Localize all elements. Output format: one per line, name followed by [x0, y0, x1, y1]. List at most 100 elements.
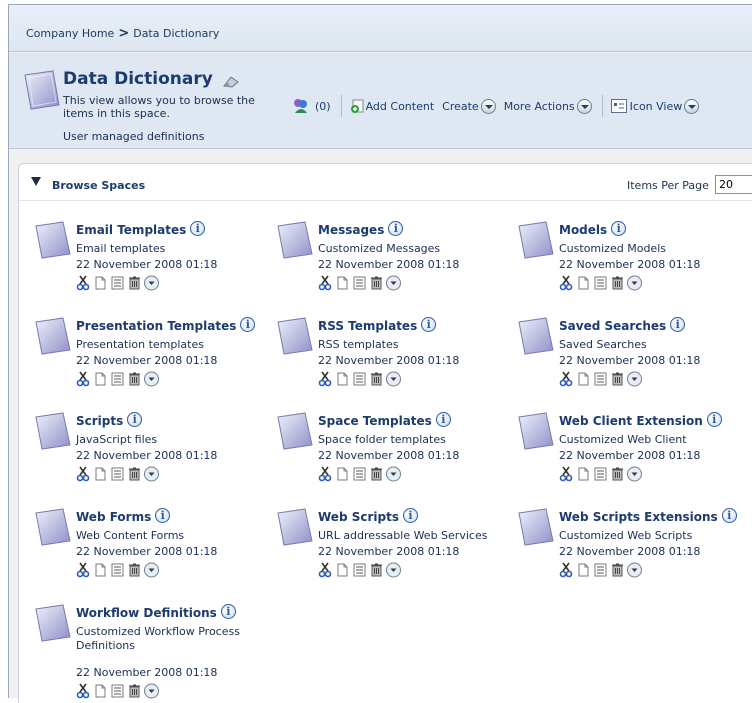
space-name-link[interactable]: Presentation Templates [76, 319, 236, 333]
cut-button[interactable] [76, 371, 91, 387]
info-icon[interactable]: i [435, 412, 451, 427]
copy-button[interactable] [93, 562, 108, 578]
space-folder-icon[interactable] [35, 316, 71, 356]
delete-button[interactable] [127, 683, 142, 699]
info-icon[interactable]: i [127, 412, 143, 427]
more-actions-button[interactable] [627, 275, 642, 291]
delete-button[interactable] [610, 466, 625, 482]
copy-button[interactable] [335, 371, 350, 387]
items-per-page-input[interactable] [715, 175, 752, 194]
delete-button[interactable] [369, 466, 384, 482]
more-actions-button[interactable] [627, 562, 642, 578]
space-folder-icon[interactable] [35, 411, 71, 451]
copy-button[interactable] [93, 683, 108, 699]
details-button[interactable] [593, 275, 608, 291]
cut-button[interactable] [559, 275, 574, 291]
delete-button[interactable] [610, 275, 625, 291]
space-folder-icon[interactable] [277, 507, 313, 547]
copy-button[interactable] [576, 275, 591, 291]
rss-feed-icon[interactable] [222, 73, 240, 89]
users-count-button[interactable]: (0) [292, 97, 331, 115]
copy-button[interactable] [335, 275, 350, 291]
cut-button[interactable] [559, 562, 574, 578]
more-actions-button[interactable] [386, 371, 401, 387]
cut-button[interactable] [76, 683, 91, 699]
delete-button[interactable] [127, 275, 142, 291]
cut-button[interactable] [76, 562, 91, 578]
space-name-link[interactable]: Models [559, 223, 607, 237]
space-folder-icon[interactable] [277, 220, 313, 260]
more-actions-button[interactable] [386, 466, 401, 482]
copy-button[interactable] [576, 562, 591, 578]
info-icon[interactable]: i [155, 508, 171, 523]
details-button[interactable] [110, 371, 125, 387]
add-content-button[interactable]: Add Content [350, 98, 434, 114]
cut-button[interactable] [76, 466, 91, 482]
space-name-link[interactable]: Web Scripts Extensions [559, 510, 718, 524]
copy-button[interactable] [576, 466, 591, 482]
space-folder-icon[interactable] [518, 316, 554, 356]
delete-button[interactable] [610, 562, 625, 578]
details-button[interactable] [110, 275, 125, 291]
copy-button[interactable] [93, 275, 108, 291]
more-actions-button[interactable] [386, 275, 401, 291]
breadcrumb-current[interactable]: Data Dictionary [133, 27, 219, 40]
delete-button[interactable] [369, 562, 384, 578]
more-actions-button[interactable] [627, 466, 642, 482]
space-name-link[interactable]: Messages [318, 223, 384, 237]
delete-button[interactable] [610, 371, 625, 387]
info-icon[interactable]: i [721, 508, 737, 523]
details-button[interactable] [593, 466, 608, 482]
cut-button[interactable] [318, 466, 333, 482]
more-actions-button[interactable] [144, 562, 159, 578]
info-icon[interactable]: i [421, 317, 437, 332]
info-icon[interactable]: i [670, 317, 686, 332]
space-name-link[interactable]: Web Client Extension [559, 414, 703, 428]
more-actions-button[interactable] [144, 466, 159, 482]
info-icon[interactable]: i [611, 221, 627, 236]
more-actions-button[interactable] [386, 562, 401, 578]
cut-button[interactable] [318, 275, 333, 291]
cut-button[interactable] [559, 466, 574, 482]
details-button[interactable] [352, 275, 367, 291]
info-icon[interactable]: i [240, 317, 256, 332]
copy-button[interactable] [93, 466, 108, 482]
copy-button[interactable] [335, 466, 350, 482]
delete-button[interactable] [369, 371, 384, 387]
space-folder-icon[interactable] [35, 603, 71, 643]
details-button[interactable] [110, 683, 125, 699]
space-name-link[interactable]: Web Scripts [318, 510, 399, 524]
space-name-link[interactable]: Scripts [76, 414, 123, 428]
details-button[interactable] [110, 466, 125, 482]
copy-button[interactable] [335, 562, 350, 578]
details-button[interactable] [110, 562, 125, 578]
copy-button[interactable] [576, 371, 591, 387]
space-name-link[interactable]: Email Templates [76, 223, 186, 237]
delete-button[interactable] [369, 275, 384, 291]
space-name-link[interactable]: Web Forms [76, 510, 151, 524]
space-folder-icon[interactable] [35, 220, 71, 260]
delete-button[interactable] [127, 371, 142, 387]
panel-title[interactable]: Browse Spaces [52, 179, 145, 192]
space-folder-icon[interactable] [35, 507, 71, 547]
space-folder-icon[interactable] [277, 411, 313, 451]
collapse-toggle-icon[interactable] [31, 177, 41, 186]
cut-button[interactable] [318, 562, 333, 578]
space-folder-icon[interactable] [518, 411, 554, 451]
more-actions-button[interactable] [144, 371, 159, 387]
space-folder-icon[interactable] [277, 316, 313, 356]
copy-button[interactable] [93, 371, 108, 387]
info-icon[interactable]: i [220, 604, 236, 619]
details-button[interactable] [352, 562, 367, 578]
more-actions-button[interactable] [144, 683, 159, 699]
info-icon[interactable]: i [190, 221, 206, 236]
more-actions-button[interactable] [627, 371, 642, 387]
cut-button[interactable] [559, 371, 574, 387]
info-icon[interactable]: i [388, 221, 404, 236]
create-menu-button[interactable]: Create [442, 98, 496, 114]
more-actions-button[interactable] [144, 275, 159, 291]
view-mode-menu-button[interactable]: Icon View [610, 98, 700, 114]
space-name-link[interactable]: Space Templates [318, 414, 432, 428]
space-name-link[interactable]: RSS Templates [318, 319, 417, 333]
space-name-link[interactable]: Saved Searches [559, 319, 666, 333]
